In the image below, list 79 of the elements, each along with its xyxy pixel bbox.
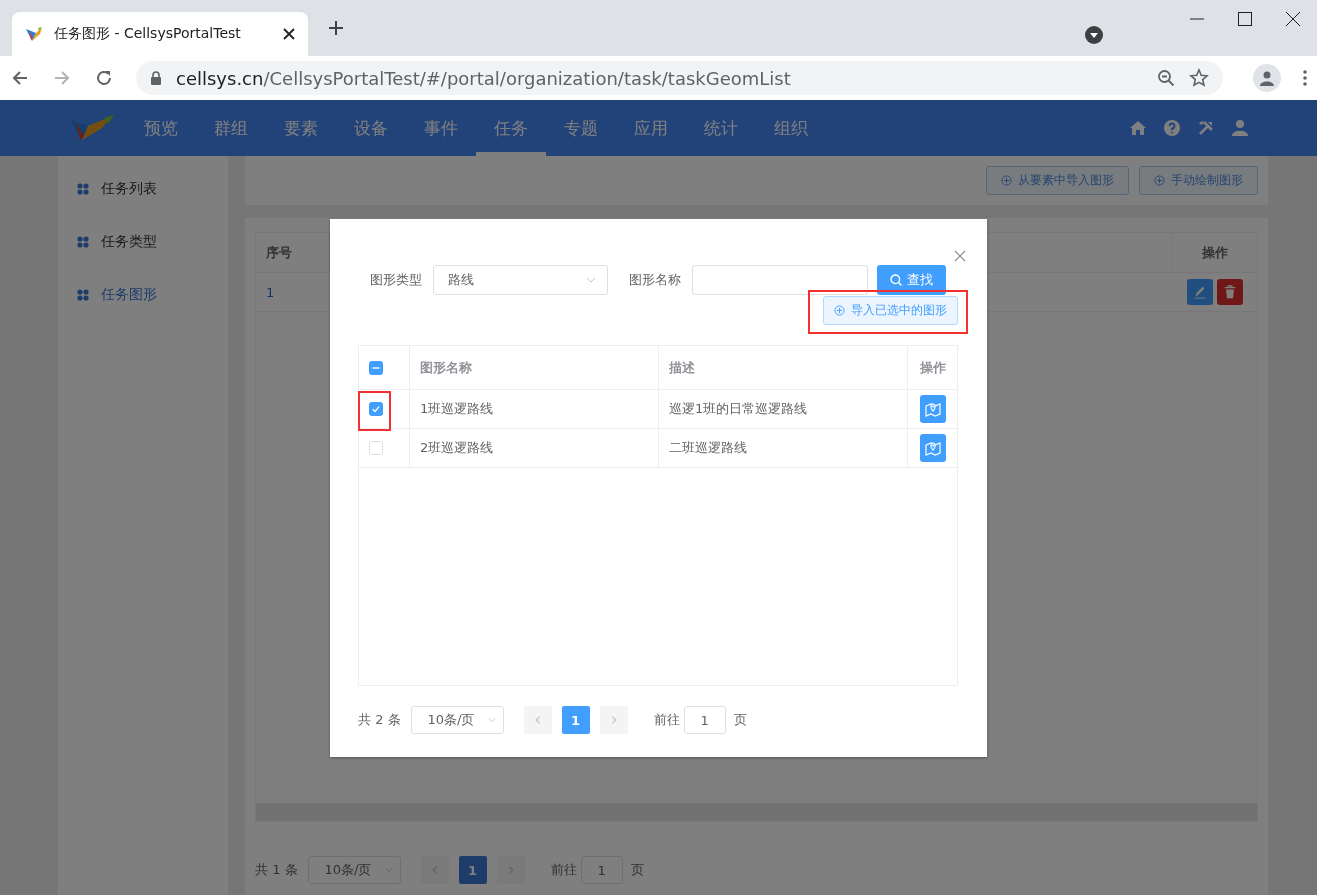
field-label: 图形名称 — [629, 271, 681, 289]
table-cell: 巡逻1班的日常巡逻路线 — [659, 390, 908, 429]
goto-label: 前往 — [653, 711, 680, 729]
home-icon[interactable] — [1129, 119, 1147, 137]
total-count: 共 2 条 — [358, 711, 401, 729]
nav-tab[interactable]: 组织 — [756, 100, 826, 156]
goto-page-field[interactable]: 1 — [683, 706, 726, 734]
plus-circle-icon — [834, 305, 845, 316]
chevron-down-icon — [486, 715, 497, 725]
lock-icon — [150, 71, 162, 85]
grid-icon — [77, 235, 89, 248]
checkbox[interactable] — [369, 360, 383, 375]
page-size-select[interactable]: 10条/页 — [410, 706, 504, 734]
plus-circle-icon — [1154, 175, 1165, 186]
close-icon — [954, 250, 966, 262]
nav-tab[interactable]: 专题 — [546, 100, 616, 156]
browser-tab[interactable]: 任务图形 - CellsysPortalTest — [12, 12, 308, 56]
user-icon[interactable] — [1231, 119, 1249, 137]
map-button[interactable] — [919, 395, 946, 423]
address-bar[interactable]: cellsys.cn/CellsysPortalTest/#/portal/organization/task/taskGeomList — [136, 61, 1223, 95]
plus-circle-icon — [1001, 175, 1012, 186]
import-selected-button[interactable]: 导入已选中的图形 — [823, 296, 958, 325]
nav-tab[interactable]: 应用 — [616, 100, 686, 156]
column-header: 操作 — [908, 346, 957, 390]
pencil-icon — [1192, 285, 1207, 299]
nav-tab[interactable]: 事件 — [406, 100, 476, 156]
page-number[interactable]: 1 — [561, 706, 590, 734]
grid-icon — [77, 288, 89, 301]
column-header: 图形名称 — [410, 346, 659, 390]
page-size-select[interactable]: 10条/页 — [307, 856, 401, 884]
reload-icon[interactable] — [94, 68, 114, 88]
page-number[interactable]: 1 — [458, 856, 487, 884]
edit-button[interactable] — [1186, 279, 1213, 305]
close-button[interactable] — [954, 250, 966, 262]
type-select[interactable]: 路线 — [433, 265, 608, 295]
delete-button[interactable] — [1216, 279, 1243, 305]
search-icon — [890, 274, 902, 286]
dropdown-icon[interactable] — [1085, 26, 1103, 44]
field-label: 图形类型 — [370, 271, 422, 289]
url-text: cellsys.cn/CellsysPortalTest/#/portal/organization/task/taskGeomList — [176, 67, 792, 89]
tab-title: 任务图形 - CellsysPortalTest — [54, 25, 242, 43]
name-field[interactable] — [692, 265, 868, 295]
maximize-icon[interactable] — [1238, 12, 1252, 26]
table-cell: 2班巡逻路线 — [410, 429, 659, 468]
close-icon[interactable] — [1286, 12, 1300, 26]
search-button[interactable]: 查找 — [877, 265, 946, 295]
nav-tab[interactable]: 群组 — [196, 100, 266, 156]
total-count: 共 1 条 — [255, 861, 298, 879]
grid-icon — [77, 182, 89, 195]
person-icon — [1258, 69, 1276, 87]
nav-tab[interactable]: 统计 — [686, 100, 756, 156]
trash-icon — [1222, 285, 1237, 299]
plus-icon[interactable] — [328, 20, 344, 36]
more-menu-icon[interactable] — [1303, 69, 1307, 87]
nav-tab[interactable]: 预览 — [126, 100, 196, 156]
zoom-out-icon[interactable] — [1157, 69, 1175, 87]
nav-tab[interactable]: 要素 — [266, 100, 336, 156]
sidebar-item[interactable]: 任务列表 — [58, 162, 228, 215]
help-icon[interactable] — [1163, 119, 1181, 137]
close-icon[interactable] — [282, 27, 296, 41]
column-header: 操作 — [1172, 233, 1257, 273]
table-cell: 1班巡逻路线 — [410, 390, 659, 429]
star-icon[interactable] — [1189, 68, 1209, 88]
toolbar-button[interactable]: 从要素中导入图形 — [986, 166, 1129, 195]
sidebar-item[interactable]: 任务类型 — [58, 215, 228, 268]
map-button[interactable] — [919, 434, 946, 462]
profile-avatar[interactable] — [1253, 64, 1281, 92]
column-header: 描述 — [659, 346, 908, 390]
sidebar-item[interactable]: 任务图形 — [58, 268, 228, 321]
nav-tab[interactable]: 设备 — [336, 100, 406, 156]
checkbox[interactable] — [369, 402, 383, 416]
app-logo-icon — [24, 24, 44, 44]
table-cell: 二班巡逻路线 — [659, 429, 908, 468]
toolbar-button[interactable]: 手动绘制图形 — [1139, 166, 1258, 195]
goto-label: 前往 — [550, 861, 577, 879]
goto-page-field[interactable]: 1 — [580, 856, 623, 884]
page-suffix: 页 — [630, 861, 644, 879]
page-suffix: 页 — [733, 711, 747, 729]
tools-icon[interactable] — [1197, 119, 1215, 137]
